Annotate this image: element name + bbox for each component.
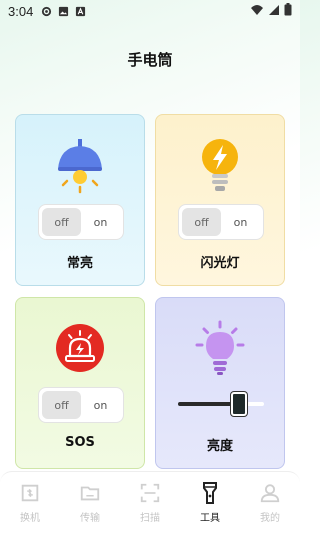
bottom-nav: 换机 传输 扫描 工具 我的 xyxy=(0,471,300,533)
nav-label: 换机 xyxy=(20,513,40,524)
sos-toggle[interactable]: off on xyxy=(38,387,124,423)
nav-label: 扫描 xyxy=(140,513,160,524)
phone-transfer-icon xyxy=(2,481,58,505)
nav-item-transfer[interactable]: 传输 xyxy=(62,481,118,524)
nav-item-tools[interactable]: 工具 xyxy=(182,481,238,524)
toggle-on-option[interactable]: on xyxy=(221,216,260,229)
signal-icon xyxy=(268,4,280,19)
scan-icon xyxy=(122,481,178,505)
flash-bulb-icon xyxy=(190,135,250,199)
nav-item-switch-phone[interactable]: 换机 xyxy=(2,481,58,524)
toggle-off-option[interactable]: off xyxy=(182,208,221,236)
steady-light-label: 常亮 xyxy=(66,256,93,271)
flash-toggle[interactable]: off on xyxy=(178,204,264,240)
toggle-on-option[interactable]: on xyxy=(81,216,120,229)
sos-card: off on SOS xyxy=(15,297,145,469)
app-notification-icon xyxy=(75,6,86,17)
page-title: 手电筒 xyxy=(127,51,173,69)
nav-label: 工具 xyxy=(200,513,220,524)
toggle-off-option[interactable]: off xyxy=(42,208,81,236)
ceiling-lamp-icon xyxy=(50,135,110,199)
status-bar: 3:04 xyxy=(0,0,300,22)
slider-track-fill xyxy=(178,402,239,406)
brightness-bulb-icon xyxy=(190,318,250,382)
flash-label: 闪光灯 xyxy=(200,256,240,271)
flashlight-icon xyxy=(182,481,238,505)
brightness-slider[interactable] xyxy=(178,392,264,416)
wifi-icon xyxy=(250,4,264,19)
slider-thumb[interactable] xyxy=(231,392,247,416)
nav-item-profile[interactable]: 我的 xyxy=(242,481,298,524)
toggle-off-option[interactable]: off xyxy=(42,391,81,419)
brightness-card: 亮度 xyxy=(155,297,285,469)
brightness-label: 亮度 xyxy=(206,439,233,454)
steady-light-toggle[interactable]: off on xyxy=(38,204,124,240)
nav-label: 传输 xyxy=(80,513,100,524)
status-time: 3:04 xyxy=(8,3,34,19)
sos-label: SOS xyxy=(65,435,95,450)
nav-item-scan[interactable]: 扫描 xyxy=(122,481,178,524)
siren-icon xyxy=(50,318,110,382)
nav-label: 我的 xyxy=(260,513,280,524)
flash-card: off on 闪光灯 xyxy=(155,114,285,286)
steady-light-card: off on 常亮 xyxy=(15,114,145,286)
folder-transfer-icon xyxy=(62,481,118,505)
profile-icon xyxy=(242,481,298,505)
battery-icon xyxy=(284,3,292,19)
settings-icon xyxy=(41,6,52,17)
toggle-on-option[interactable]: on xyxy=(81,399,120,412)
image-icon xyxy=(58,6,69,17)
